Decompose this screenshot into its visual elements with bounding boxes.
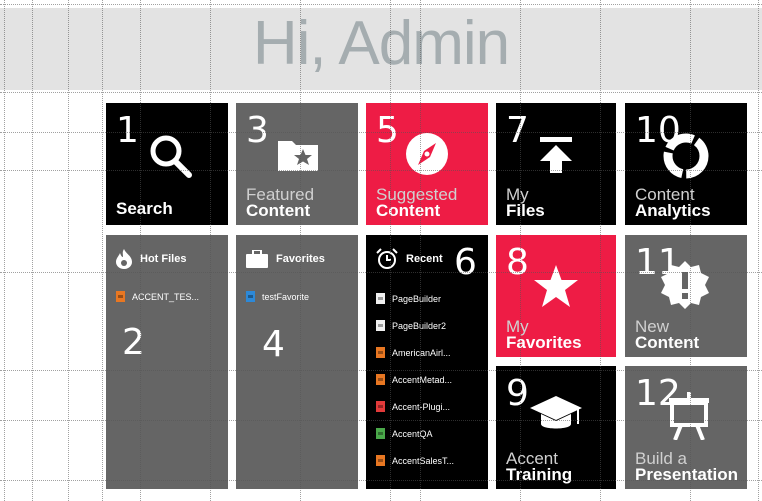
tile-line2: Content [376, 201, 441, 220]
tile-number: 9 [506, 373, 529, 414]
tile-line2: Training [506, 465, 573, 484]
hot-files-title: Hot Files [140, 253, 187, 265]
file-icon [376, 401, 385, 412]
greeting-title: Hi, Admin [252, 9, 510, 78]
recent-panel: Recent 6 PageBuilder PageBuilder2 Americ… [366, 235, 488, 489]
flame-icon [116, 249, 132, 269]
tile-number: 3 [246, 110, 269, 151]
list-item[interactable]: PageBuilder2 [376, 320, 446, 331]
list-item[interactable]: PageBuilder [376, 293, 441, 304]
list-item[interactable]: AccentMetad... [376, 374, 452, 385]
suggested-content-tile[interactable]: 5 Suggested Content [366, 103, 488, 225]
file-name: testFavorite [262, 291, 310, 302]
upload-icon [540, 137, 572, 173]
panel-number: 2 [122, 322, 145, 363]
panel-number: 4 [262, 324, 285, 365]
file-name: AmericanAirl... [392, 347, 451, 358]
favorites-header[interactable]: Favorites [246, 247, 325, 271]
compass-icon [406, 133, 448, 175]
file-name: AccentMetad... [392, 374, 453, 385]
recent-header[interactable]: Recent [376, 247, 443, 271]
tile-line2: Files [506, 201, 545, 220]
file-icon [246, 291, 255, 302]
my-files-tile[interactable]: 7 My Files [496, 103, 616, 225]
tile-number: 1 [116, 110, 139, 151]
tile-number: 5 [376, 110, 399, 151]
tile-number: 11 [635, 242, 681, 283]
content-analytics-tile[interactable]: 10 Content Analytics [625, 103, 747, 225]
file-icon [376, 293, 385, 304]
list-item[interactable]: AccentQA [376, 428, 433, 439]
my-favorites-tile[interactable]: 8 My Favorites [496, 235, 616, 357]
search-label: Search [116, 199, 173, 218]
panel-number: 6 [454, 242, 477, 283]
file-name: PageBuilder2 [392, 320, 447, 331]
search-tile[interactable]: 1 Search [106, 103, 228, 225]
file-icon [376, 320, 385, 331]
file-name: Accent-Plugi... [392, 401, 451, 412]
recent-title: Recent [406, 253, 443, 265]
tile-line2: Content [246, 201, 311, 220]
new-content-tile[interactable]: 11 New Content [625, 235, 747, 357]
favorites-title: Favorites [276, 253, 325, 265]
list-item[interactable]: testFavorite [246, 291, 309, 302]
star-icon [534, 265, 578, 307]
list-item[interactable]: ACCENT_TES... [116, 291, 199, 302]
tile-number: 12 [635, 373, 681, 414]
list-item[interactable]: AccentSalesT... [376, 455, 454, 466]
folder-star-icon [278, 141, 318, 171]
search-icon [150, 135, 192, 178]
file-icon [376, 347, 385, 358]
hot-files-panel: Hot Files ACCENT_TES... 2 [106, 235, 228, 489]
file-name: PageBuilder [392, 293, 442, 304]
favorites-panel: Favorites testFavorite 4 [236, 235, 358, 489]
tile-line2: Favorites [506, 333, 582, 352]
alarm-clock-icon [376, 248, 398, 269]
tile-line2: Analytics [635, 201, 711, 220]
file-icon [116, 291, 125, 302]
tile-number: 7 [506, 110, 529, 151]
featured-content-tile[interactable]: 3 Featured Content [236, 103, 358, 225]
accent-training-tile[interactable]: 9 Accent Training [496, 366, 616, 489]
briefcase-icon [246, 250, 268, 268]
file-icon [376, 428, 385, 439]
file-name: AccentSalesT... [392, 455, 455, 466]
file-name: AccentQA [392, 428, 433, 439]
file-icon [376, 455, 385, 466]
hot-files-header[interactable]: Hot Files [116, 247, 186, 271]
tile-line2: Presentation [635, 465, 738, 484]
tile-number: 8 [506, 242, 529, 283]
list-item[interactable]: Accent-Plugi... [376, 401, 450, 412]
tile-line2: Content [635, 333, 700, 352]
graduation-cap-icon [530, 396, 582, 429]
tile-number: 10 [635, 110, 681, 151]
file-icon [376, 374, 385, 385]
list-item[interactable]: AmericanAirl... [376, 347, 451, 358]
file-name: ACCENT_TES... [132, 291, 200, 302]
build-presentation-tile[interactable]: 12 Build a Presentation [625, 366, 747, 489]
